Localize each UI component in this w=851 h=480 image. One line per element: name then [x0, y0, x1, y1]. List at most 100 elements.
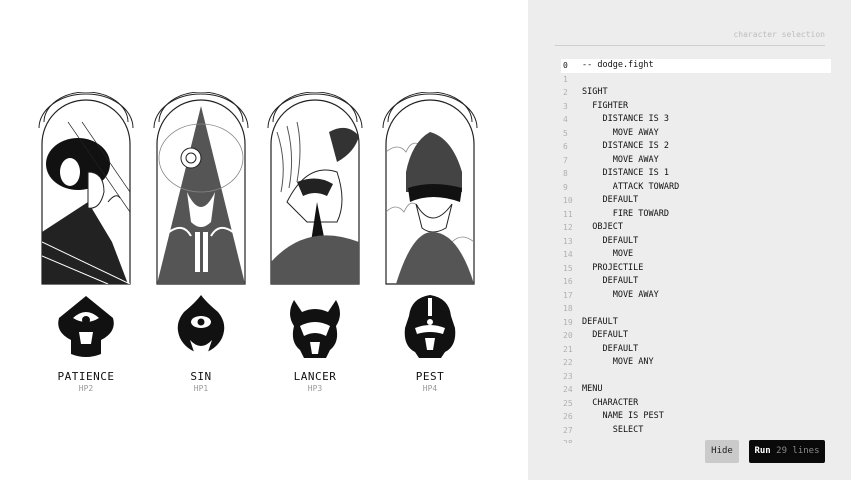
code-text: DEFAULT — [582, 316, 618, 327]
code-line[interactable]: 9 ATTACK TOWARD — [561, 181, 831, 195]
code-line[interactable]: 2 SIGHT — [561, 86, 831, 100]
character-hp: HP3 — [307, 384, 323, 393]
code-text: DEFAULT — [582, 195, 639, 205]
line-number: 24 — [563, 385, 573, 394]
character-gallery: PATIENCE HP2 SIN HP1 LANCER HP3 PEST HP4 — [0, 0, 528, 480]
line-number: 20 — [563, 331, 573, 340]
pest-portrait — [382, 92, 478, 285]
code-text: CHARACTER — [582, 397, 639, 408]
code-line[interactable]: 12 OBJECT — [561, 221, 831, 235]
code-text: -- dodge.fight — [582, 60, 654, 70]
code-line[interactable]: 22 MOVE ANY — [561, 356, 831, 370]
code-line[interactable]: 1 — [561, 73, 831, 87]
line-number: 2 — [563, 88, 568, 97]
sin-portrait — [153, 92, 249, 285]
line-number: 1 — [563, 74, 568, 84]
code-text: FIGHTER — [582, 100, 629, 111]
line-number: 22 — [563, 358, 573, 367]
code-line[interactable]: 10 DEFAULT — [561, 194, 831, 208]
code-line[interactable]: 13 DEFAULT — [561, 235, 831, 249]
patience-icon — [58, 296, 114, 357]
code-text: SIGHT — [582, 87, 608, 97]
code-line[interactable]: 20 DEFAULT — [561, 329, 831, 343]
code-text: MOVE AWAY — [582, 127, 659, 138]
code-line[interactable]: 4 DISTANCE IS 3 — [561, 113, 831, 127]
line-number: 4 — [563, 115, 568, 124]
divider — [555, 45, 825, 46]
line-number: 14 — [563, 250, 573, 259]
pest-icon — [404, 295, 456, 358]
code-text: FIRE TOWARD — [582, 208, 669, 219]
code-line[interactable]: 8 DISTANCE IS 1 — [561, 167, 831, 181]
code-text: PROJECTILE — [582, 262, 644, 273]
code-panel: character selection 0 -- dodge.fight 1 2 SIG… — [528, 0, 851, 480]
code-text: DISTANCE IS 1 — [582, 168, 669, 178]
code-line[interactable]: 15 PROJECTILE — [561, 262, 831, 276]
code-text: DEFAULT — [582, 343, 639, 354]
line-number: 13 — [563, 236, 573, 246]
character-name: PATIENCE — [57, 370, 115, 383]
code-line[interactable]: 6 DISTANCE IS 2 — [561, 140, 831, 154]
code-line[interactable]: 18 — [561, 302, 831, 316]
code-line[interactable]: 17 MOVE AWAY — [561, 289, 831, 303]
code-text: DISTANCE IS 3 — [582, 114, 669, 124]
character-name: PEST — [415, 370, 445, 383]
patience-portrait — [38, 92, 134, 285]
line-number: 25 — [563, 398, 573, 408]
line-number: 18 — [563, 304, 573, 313]
line-number: 19 — [563, 317, 573, 327]
code-text: DEFAULT — [582, 276, 639, 286]
sin-icon — [177, 295, 225, 354]
line-number: 23 — [563, 371, 573, 381]
code-line[interactable]: 26 NAME IS PEST — [561, 410, 831, 424]
panel-title: character selection — [733, 30, 825, 39]
line-number: 27 — [563, 425, 573, 435]
code-text: MOVE ANY — [582, 357, 654, 367]
code-line[interactable]: 21 DEFAULT — [561, 343, 831, 357]
line-number: 3 — [563, 101, 568, 111]
code-text: NAME IS PEST — [582, 411, 664, 421]
code-line[interactable]: 25 CHARACTER — [561, 397, 831, 411]
line-number: 17 — [563, 290, 573, 300]
line-number: 10 — [563, 196, 573, 205]
character-name: SIN — [190, 370, 212, 383]
code-text: DEFAULT — [582, 235, 639, 246]
character-hp: HP4 — [422, 384, 438, 393]
code-text: MOVE AWAY — [582, 154, 659, 165]
code-text: OBJECT — [582, 222, 623, 232]
code-line[interactable]: 7 MOVE AWAY — [561, 154, 831, 168]
hide-button[interactable]: Hide — [705, 440, 739, 463]
code-text: SELECT — [582, 424, 644, 435]
code-editor[interactable]: 0 -- dodge.fight 1 2 SIGHT 3 FIGHTER 4 DISTANC… — [561, 59, 831, 443]
code-text: MOVE AWAY — [582, 289, 659, 300]
code-text: MOVE — [582, 249, 634, 259]
line-number: 16 — [563, 277, 573, 286]
code-line[interactable]: 3 FIGHTER — [561, 100, 831, 114]
line-number: 12 — [563, 223, 573, 232]
line-number: 0 — [563, 61, 568, 70]
run-label: Run — [754, 446, 771, 456]
code-line[interactable]: 23 — [561, 370, 831, 384]
code-text: DEFAULT — [582, 330, 629, 340]
lancer-icon — [290, 300, 340, 358]
line-number: 11 — [563, 209, 573, 219]
character-name: LANCER — [293, 370, 337, 383]
line-number: 8 — [563, 169, 568, 178]
line-number: 28 — [563, 437, 577, 443]
line-number: 9 — [563, 182, 568, 192]
line-number: 6 — [563, 142, 568, 151]
code-line[interactable]: 27 SELECT — [561, 424, 831, 438]
run-button[interactable]: Run 29 lines — [749, 440, 825, 463]
line-number: 21 — [563, 344, 573, 354]
code-line[interactable]: 5 MOVE AWAY — [561, 127, 831, 141]
code-line[interactable]: 0 -- dodge.fight — [561, 59, 831, 73]
code-line[interactable]: 19 DEFAULT — [561, 316, 831, 330]
code-line[interactable]: 11 FIRE TOWARD — [561, 208, 831, 222]
code-line[interactable]: 16 DEFAULT — [561, 275, 831, 289]
code-line[interactable]: 14 MOVE — [561, 248, 831, 262]
code-line[interactable]: 24 MENU — [561, 383, 831, 397]
line-number: 7 — [563, 155, 568, 165]
code-text: DISTANCE IS 2 — [582, 141, 669, 151]
character-hp: HP1 — [193, 384, 209, 393]
run-line-count: 29 lines — [776, 446, 820, 456]
